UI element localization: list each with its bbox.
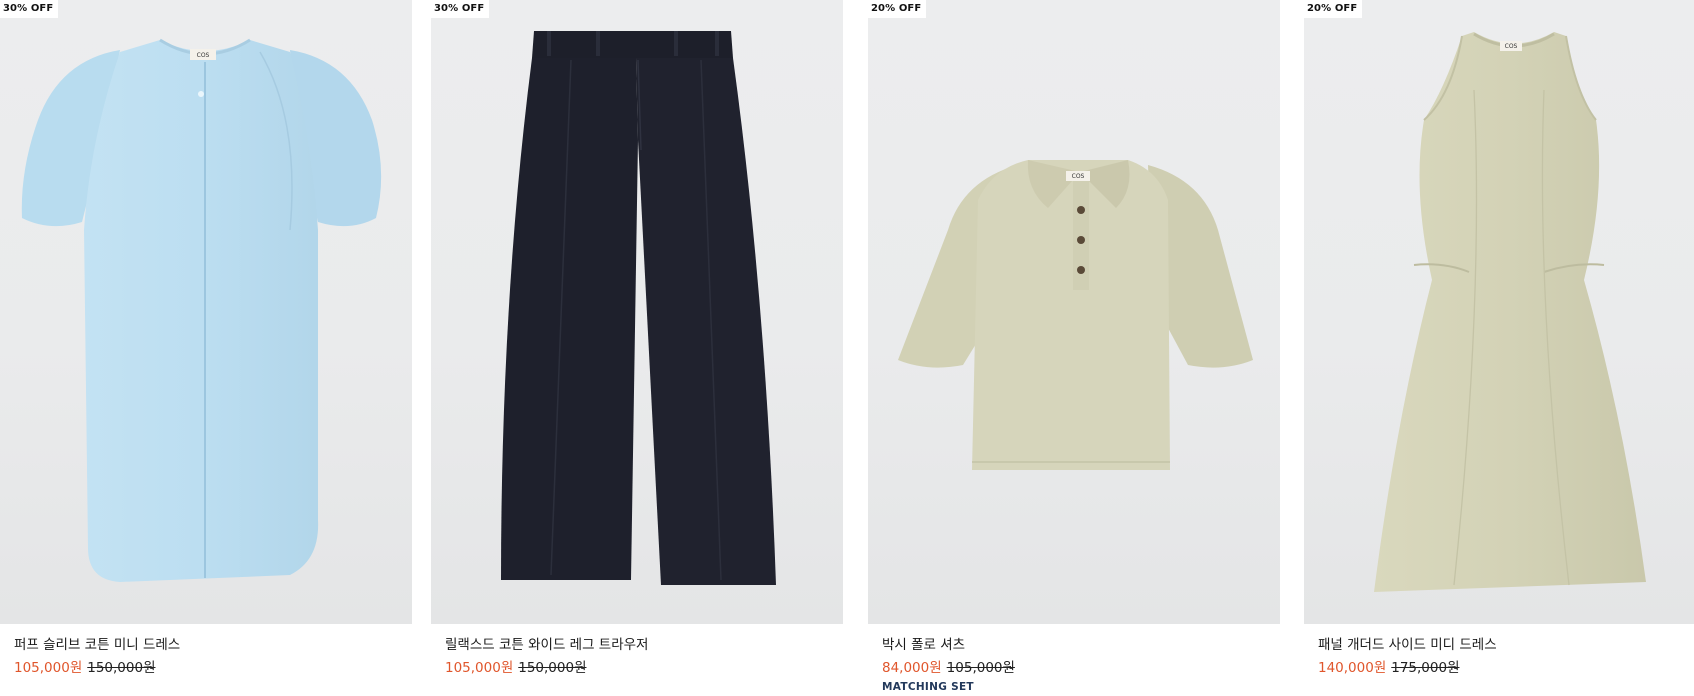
- svg-text:COS: COS: [197, 52, 210, 59]
- product-price: 105,000원 150,000원: [14, 656, 156, 676]
- dress-image: COS: [21, 38, 382, 582]
- product-name[interactable]: 박시 폴로 셔츠: [882, 633, 965, 653]
- product-price: 84,000원 105,000원: [882, 656, 1015, 676]
- trousers-image: [501, 31, 776, 585]
- sale-price: 105,000원: [445, 660, 514, 676]
- product-image[interactable]: COS 20% OFF: [1304, 0, 1694, 624]
- svg-text:COS: COS: [1505, 43, 1518, 50]
- original-price: 150,000원: [518, 660, 587, 676]
- original-price: 175,000원: [1391, 660, 1460, 676]
- sale-price: 140,000원: [1318, 660, 1387, 676]
- product-image[interactable]: COS 30% OFF: [0, 0, 412, 624]
- product-grid: COS 30% OFF 퍼프 슬리브 코튼 미니 드레스 105,000원 150…: [0, 0, 1694, 696]
- discount-badge: 20% OFF: [868, 0, 927, 18]
- product-card[interactable]: COS 20% OFF 박시 폴로 셔츠 84,000원 105,000원 MAT…: [868, 0, 1280, 696]
- original-price: 105,000원: [946, 660, 1015, 676]
- product-card[interactable]: 30% OFF 릴랙스드 코튼 와이드 레그 트라우저 105,000원 150,…: [431, 0, 843, 696]
- discount-badge: 20% OFF: [1304, 0, 1363, 18]
- polo-shirt-image: COS: [898, 160, 1253, 470]
- product-name[interactable]: 릴랙스드 코튼 와이드 레그 트라우저: [445, 633, 648, 653]
- sale-price: 84,000원: [882, 660, 942, 676]
- product-price: 105,000원 150,000원: [445, 656, 587, 676]
- original-price: 150,000원: [87, 660, 156, 676]
- product-card[interactable]: COS 30% OFF 퍼프 슬리브 코튼 미니 드레스 105,000원 150…: [0, 0, 412, 696]
- product-name[interactable]: 패널 개더드 사이드 미디 드레스: [1318, 633, 1497, 653]
- product-image[interactable]: 30% OFF: [431, 0, 843, 624]
- product-card[interactable]: COS 20% OFF 패널 개더드 사이드 미디 드레스 140,000원 17…: [1304, 0, 1694, 696]
- midi-dress-image: COS: [1374, 32, 1646, 592]
- svg-text:COS: COS: [1072, 173, 1085, 180]
- matching-set-tag[interactable]: MATCHING SET: [882, 681, 974, 693]
- product-price: 140,000원 175,000원: [1318, 656, 1460, 676]
- sale-price: 105,000원: [14, 660, 83, 676]
- discount-badge: 30% OFF: [0, 0, 59, 18]
- product-image[interactable]: COS 20% OFF: [868, 0, 1280, 624]
- product-name[interactable]: 퍼프 슬리브 코튼 미니 드레스: [14, 633, 180, 653]
- discount-badge: 30% OFF: [431, 0, 490, 18]
